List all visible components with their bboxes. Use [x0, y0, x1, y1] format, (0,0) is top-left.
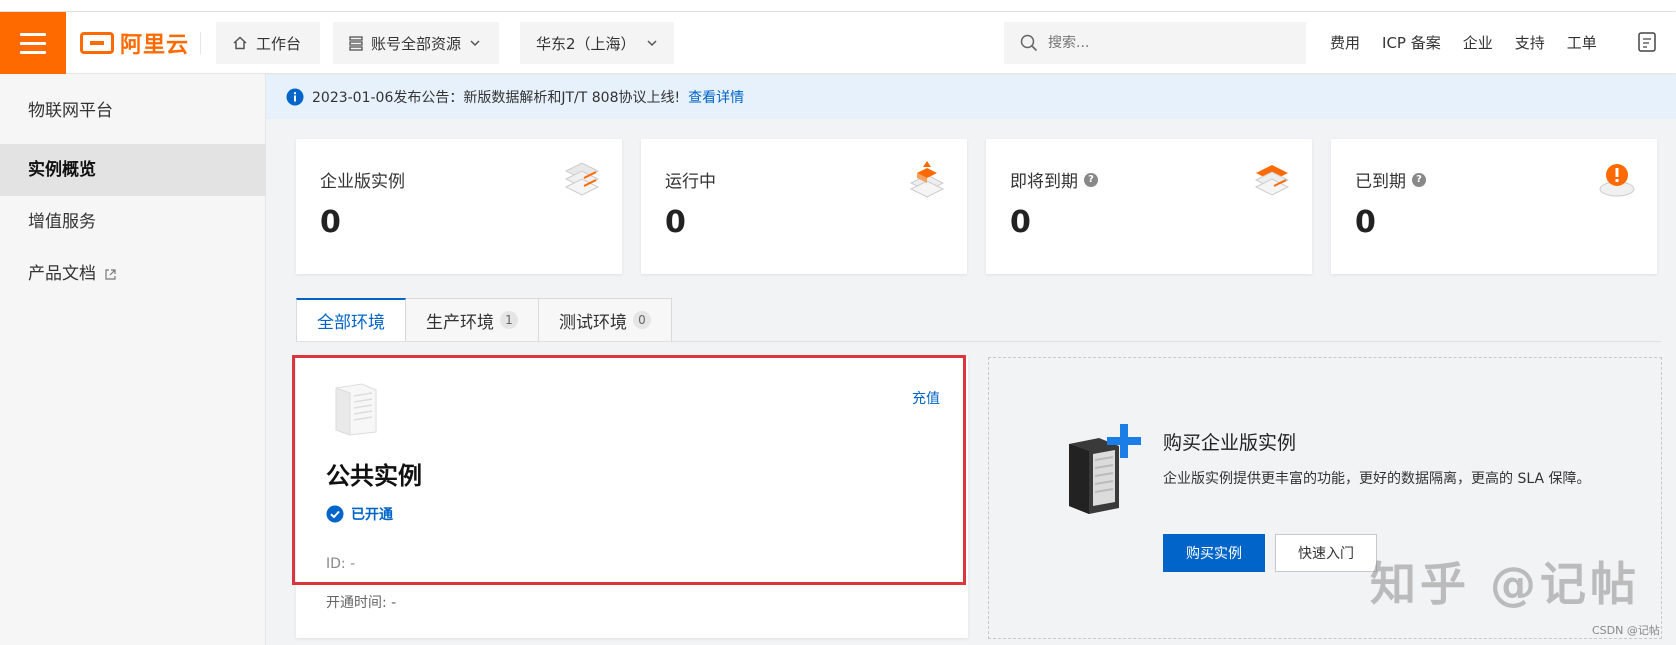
resources-dropdown[interactable]: 账号全部资源 [333, 22, 499, 64]
buy-card-title: 购买企业版实例 [1163, 432, 1297, 454]
sidebar-item-docs[interactable]: 产品文档 [0, 248, 266, 300]
tab-divider [296, 341, 1661, 342]
header-link-support[interactable]: 支持 [1515, 32, 1545, 53]
csdn-watermark: CSDN @记帖 [1592, 624, 1660, 637]
instance-open-time: 开通时间: - [326, 595, 397, 611]
workbench-label: 工作台 [256, 34, 302, 53]
chevron-down-icon [470, 40, 480, 47]
home-icon [233, 36, 247, 50]
workbench-button[interactable]: 工作台 [216, 22, 320, 64]
instance-id: ID: - [326, 556, 356, 572]
sidebar-item-label: 实例概览 [28, 160, 96, 180]
alert-stack-icon [1599, 164, 1635, 197]
server-icon [335, 383, 377, 436]
search-input[interactable] [1048, 35, 1288, 51]
search-box[interactable] [1004, 22, 1306, 64]
stacked-servers-icon [564, 162, 600, 196]
tab-testing[interactable]: 测试环境 0 [539, 298, 672, 342]
header-divider [200, 32, 201, 54]
expiring-stack-icon [1254, 165, 1290, 196]
search-icon [1020, 34, 1038, 52]
sidebar-item-value-added[interactable]: 增值服务 [0, 196, 266, 248]
tab-count-badge: 1 [500, 311, 518, 329]
stat-card-expired: 已到期? 0 [1331, 139, 1657, 274]
tab-label: 测试环境 [559, 312, 627, 333]
buy-instance-button[interactable]: 购买实例 [1163, 534, 1265, 572]
stat-label-text: 即将到期 [1010, 172, 1078, 192]
header-link-ticket[interactable]: 工单 [1567, 32, 1597, 53]
menu-bar-icon [20, 41, 46, 45]
stat-label-text: 已到期 [1355, 172, 1406, 192]
sidebar: 物联网平台 实例概览 增值服务 产品文档 [0, 74, 266, 645]
help-icon[interactable]: ? [1084, 172, 1098, 187]
add-server-icon [1069, 424, 1141, 514]
stat-value: 0 [1355, 205, 1376, 240]
tab-all-environments[interactable]: 全部环境 [296, 298, 406, 342]
tab-production[interactable]: 生产环境 1 [406, 298, 539, 342]
announcement-bar: 2023-01-06发布公告：新版数据解析和JT/T 808协议上线! 查看详情 [266, 75, 1676, 119]
running-stack-icon [909, 161, 945, 198]
header-link-enterprise[interactable]: 企业 [1463, 32, 1493, 53]
tab-label: 全部环境 [317, 313, 385, 333]
tab-count-badge: 0 [633, 311, 651, 329]
announcement-text: 2023-01-06发布公告：新版数据解析和JT/T 808协议上线! [312, 90, 681, 106]
window-top-strip [0, 0, 1676, 12]
sidebar-item-overview[interactable]: 实例概览 [0, 144, 266, 196]
stat-value: 0 [665, 205, 686, 240]
announcement-details-link[interactable]: 查看详情 [688, 87, 744, 107]
stat-label-text: 企业版实例 [320, 172, 405, 192]
brand-name: 阿里云 [120, 33, 190, 58]
stat-label: 企业版实例 [320, 167, 405, 192]
stack-icon [349, 36, 363, 51]
hamburger-menu-button[interactable] [0, 12, 66, 74]
menu-bar-icon [20, 50, 46, 54]
stat-card-expiring: 即将到期? 0 [986, 139, 1312, 274]
tab-label: 生产环境 [426, 312, 494, 333]
header-link-icp[interactable]: ICP 备案 [1382, 32, 1441, 53]
recharge-link[interactable]: 充值 [912, 388, 940, 408]
api-icon [1638, 32, 1656, 52]
environment-tabs: 全部环境 生产环境 1 测试环境 0 [296, 298, 672, 342]
instance-status: 已开通 [326, 504, 393, 524]
stat-value: 0 [1010, 205, 1031, 240]
api-icon-button[interactable] [1636, 30, 1658, 58]
external-link-icon [105, 268, 117, 280]
region-label: 华东2（上海） [536, 34, 636, 53]
info-icon [286, 88, 304, 106]
stat-card-running: 运行中 0 [641, 139, 967, 274]
chevron-down-icon [647, 40, 657, 47]
menu-bar-icon [20, 32, 46, 36]
resources-label: 账号全部资源 [371, 34, 462, 53]
stat-label: 即将到期? [1010, 167, 1098, 192]
sidebar-item-label: 增值服务 [28, 212, 96, 232]
aliyun-logo-icon [80, 32, 114, 54]
header-links: 费用 ICP 备案 企业 支持 工单 [1330, 32, 1597, 53]
stat-label-text: 运行中 [665, 172, 716, 192]
help-icon[interactable]: ? [1412, 172, 1426, 187]
buy-card-description: 企业版实例提供更丰富的功能，更好的数据隔离，更高的 SLA 保障。 [1163, 471, 1591, 487]
instance-title: 公共实例 [326, 462, 422, 490]
sidebar-title: 物联网平台 [28, 101, 113, 121]
public-instance-card[interactable]: 充值 公共实例 已开通 ID: - 开通时间: - [296, 356, 968, 638]
stat-card-enterprise: 企业版实例 0 [296, 139, 622, 274]
region-dropdown[interactable]: 华东2（上海） [520, 22, 674, 64]
zhihu-watermark: 知乎 @记帖 [1370, 557, 1641, 611]
instance-status-text: 已开通 [351, 507, 393, 523]
top-header: 阿里云 工作台 账号全部资源 华东2（上海） 费用 ICP 备案 企业 支持 工… [0, 12, 1676, 74]
quick-start-button[interactable]: 快速入门 [1275, 534, 1377, 572]
check-circle-icon [326, 505, 344, 523]
aliyun-logo[interactable]: 阿里云 [80, 28, 189, 58]
header-link-fees[interactable]: 费用 [1330, 32, 1360, 53]
sidebar-item-label: 产品文档 [28, 264, 96, 284]
stat-value: 0 [320, 205, 341, 240]
stat-label: 已到期? [1355, 167, 1426, 192]
stat-label: 运行中 [665, 167, 716, 192]
